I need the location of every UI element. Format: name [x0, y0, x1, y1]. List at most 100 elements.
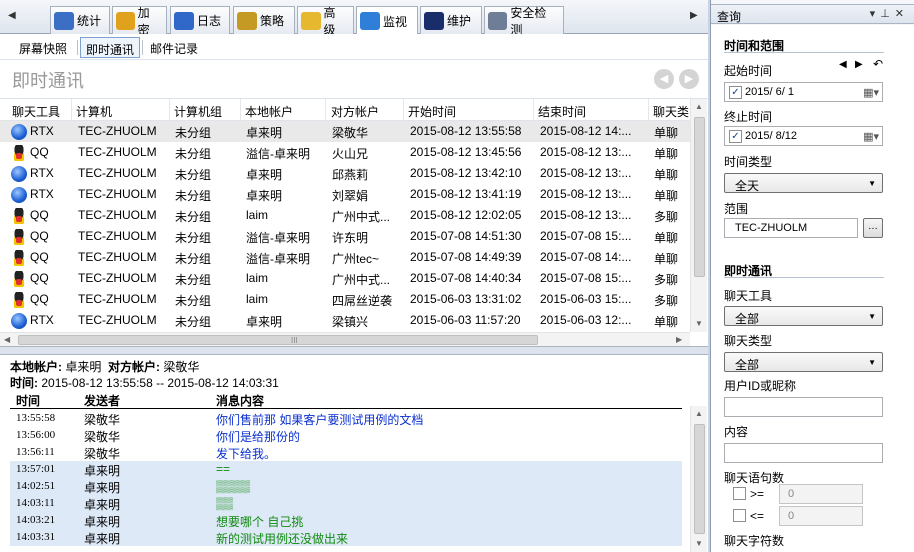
- scroll-thumb[interactable]: [694, 424, 705, 534]
- table-row[interactable]: QQ TEC-ZHUOLM 未分组 laim 广州中式... 2015-07-08 14:…: [0, 268, 690, 289]
- tab-5[interactable]: 监视: [356, 6, 418, 35]
- scroll-down-icon[interactable]: ▼: [695, 539, 703, 548]
- cell-end: 2015-08-12 13:...: [540, 187, 632, 201]
- message-vertical-scrollbar[interactable]: ▲ ▼: [690, 406, 707, 552]
- column-header-computer-group[interactable]: 计算机组: [174, 103, 222, 120]
- sentence-ge-input[interactable]: 0: [779, 484, 863, 504]
- subtab-screen-snapshot[interactable]: 屏幕快照: [14, 37, 72, 58]
- table-row[interactable]: QQ TEC-ZHUOLM 未分组 laim 广州中式... 2015-08-12 12:…: [0, 205, 690, 226]
- tab-2[interactable]: 日志: [170, 6, 230, 34]
- scroll-thumb[interactable]: III: [18, 335, 538, 345]
- column-header-chat-type[interactable]: 聊天类: [653, 103, 689, 120]
- time-type-select[interactable]: 全天 ▼: [724, 173, 883, 193]
- scroll-up-icon[interactable]: ▲: [695, 409, 703, 418]
- cell-type: 单聊: [654, 252, 679, 266]
- table-horizontal-scrollbar[interactable]: ◀ III ▶: [0, 332, 690, 347]
- back-arrow-icon[interactable]: ◀: [654, 69, 674, 89]
- scope-browse-button[interactable]: …: [863, 218, 883, 238]
- content-input[interactable]: [724, 443, 883, 463]
- chat-session-table: 聊天工具 计算机 计算机组 本地帐户 对方帐户 开始时间 结束时间 聊天类 RT…: [0, 98, 708, 347]
- pane-splitter[interactable]: [0, 346, 708, 355]
- column-header-remote-account[interactable]: 对方帐户: [331, 103, 379, 120]
- cell-group: 未分组: [175, 315, 212, 329]
- calendar-dropdown-icon[interactable]: ▦▾: [863, 86, 879, 99]
- table-row[interactable]: RTX TEC-ZHUOLM 未分组 卓来明 梁敬华 2015-08-12 13:55:5…: [0, 121, 690, 142]
- user-id-input[interactable]: [724, 397, 883, 417]
- scroll-right-icon[interactable]: ▶: [676, 335, 682, 344]
- cell-end: 2015-08-12 13:...: [540, 166, 632, 180]
- chat-tool-select[interactable]: 全部 ▼: [724, 306, 883, 326]
- cell-group: 未分组: [175, 168, 212, 182]
- cell-computer: TEC-ZHUOLM: [78, 208, 157, 222]
- table-row[interactable]: QQ TEC-ZHUOLM 未分组 溢信-卓来明 许东明 2015-07-08 14:51…: [0, 226, 690, 247]
- cell-computer: TEC-ZHUOLM: [78, 166, 157, 180]
- time-type-value: 全天: [735, 179, 760, 193]
- subtab-instant-messaging[interactable]: 即时通讯: [80, 37, 141, 58]
- message-sender: 卓来明: [84, 464, 121, 478]
- cell-tool: RTX: [30, 187, 54, 201]
- message-header-time: 时间: [16, 394, 41, 408]
- tab-scroll-right-icon[interactable]: ▶: [690, 10, 698, 21]
- scroll-left-icon[interactable]: ◀: [4, 335, 10, 344]
- table-row[interactable]: RTX TEC-ZHUOLM 未分组 卓来明 刘翠娟 2015-08-12 13:41:1…: [0, 184, 690, 205]
- message-sender: 卓来明: [84, 515, 121, 529]
- tab-1[interactable]: 加密: [112, 6, 167, 37]
- scroll-thumb[interactable]: [694, 117, 705, 277]
- tab-4[interactable]: 高级: [297, 6, 354, 37]
- scroll-down-icon[interactable]: ▼: [695, 319, 703, 328]
- forward-arrow-icon[interactable]: ▶: [679, 69, 699, 89]
- end-date-checkbox[interactable]: ✓: [729, 130, 742, 143]
- tab-scroll-left-icon[interactable]: ◀: [8, 10, 16, 21]
- start-date-checkbox[interactable]: ✓: [729, 86, 742, 99]
- rtx-icon: [11, 124, 27, 140]
- cell-type: 多聊: [654, 210, 679, 224]
- table-row[interactable]: QQ TEC-ZHUOLM 未分组 溢信-卓来明 广州tec~ 2015-07-08 14…: [0, 247, 690, 268]
- cell-start: 2015-07-08 14:40:34: [410, 271, 522, 285]
- detail-time: 时间: 2015-08-12 13:55:58 -- 2015-08-12 14…: [10, 376, 279, 390]
- table-row[interactable]: RTX TEC-ZHUOLM 未分组 卓来明 梁镇兴 2015-06-03 11:57:2…: [0, 310, 690, 331]
- cell-start: 2015-08-12 13:55:58: [410, 124, 522, 138]
- sentence-le-checkbox[interactable]: [733, 509, 746, 522]
- tab-3[interactable]: 策略: [233, 6, 295, 34]
- message-row: 13:56:00 梁敬华 你们是给那份的: [10, 427, 682, 444]
- panel-window-controls[interactable]: ▾⊥✕: [870, 7, 909, 20]
- table-row[interactable]: QQ TEC-ZHUOLM 未分组 溢信-卓来明 火山兄 2015-08-12 13:45…: [0, 142, 690, 163]
- sentence-le-input[interactable]: 0: [779, 506, 863, 526]
- table-row[interactable]: QQ TEC-ZHUOLM 未分组 laim 四屌丝逆袭 2015-06-03 13:31…: [0, 289, 690, 310]
- table-row[interactable]: RTX TEC-ZHUOLM 未分组 卓来明 邱燕莉 2015-08-12 13:42:1…: [0, 163, 690, 184]
- end-date-picker[interactable]: ✓ 2015/ 8/12 ▦▾: [724, 126, 883, 146]
- tab-7[interactable]: 安全检测: [484, 6, 564, 37]
- message-row: 14:02:51 卓来明 ▒▒▒▒: [10, 478, 682, 495]
- column-header-local-account[interactable]: 本地帐户: [245, 103, 293, 120]
- sentence-ge-checkbox[interactable]: [733, 487, 746, 500]
- scope-field[interactable]: TEC-ZHUOLM: [724, 218, 858, 238]
- column-header-end-time[interactable]: 结束时间: [538, 103, 586, 120]
- cell-start: 2015-08-12 13:45:56: [410, 145, 522, 159]
- tab-0[interactable]: 统计: [50, 6, 110, 34]
- detail-accounts: 本地帐户: 卓来明 对方帐户: 梁敬华: [10, 360, 200, 374]
- content-header: 即时通讯 ◀ ▶: [0, 60, 708, 98]
- table-body: RTX TEC-ZHUOLM 未分组 卓来明 梁敬华 2015-08-12 13:55:5…: [0, 121, 690, 332]
- prev-icon[interactable]: ◀: [839, 59, 847, 70]
- table-vertical-scrollbar[interactable]: ▲ ▼: [690, 99, 707, 332]
- tab-6[interactable]: 维护: [420, 6, 482, 34]
- column-header-start-time[interactable]: 开始时间: [408, 103, 456, 120]
- end-time-label: 终止时间: [724, 110, 773, 124]
- subtab-bar: 屏幕快照 即时通讯 邮件记录: [0, 34, 708, 60]
- calendar-dropdown-icon[interactable]: ▦▾: [863, 130, 879, 143]
- cell-tool: RTX: [30, 166, 54, 180]
- chat-type-select[interactable]: 全部 ▼: [724, 352, 883, 372]
- message-time: 13:55:58: [16, 412, 56, 424]
- chat-type-value: 全部: [735, 358, 760, 372]
- column-header-computer[interactable]: 计算机: [76, 103, 112, 120]
- next-icon[interactable]: ▶: [855, 59, 863, 70]
- subtab-email-records[interactable]: 邮件记录: [145, 37, 203, 58]
- qq-icon: [11, 208, 27, 224]
- reset-icon[interactable]: ↶: [873, 57, 883, 71]
- rtx-icon: [11, 313, 27, 329]
- start-date-picker[interactable]: ✓ 2015/ 6/ 1 ▦▾: [724, 82, 883, 102]
- column-header-chat-tool[interactable]: 聊天工具: [12, 103, 60, 120]
- scroll-up-icon[interactable]: ▲: [695, 102, 703, 111]
- cell-start: 2015-08-12 12:02:05: [410, 208, 522, 222]
- content-label: 内容: [724, 425, 749, 439]
